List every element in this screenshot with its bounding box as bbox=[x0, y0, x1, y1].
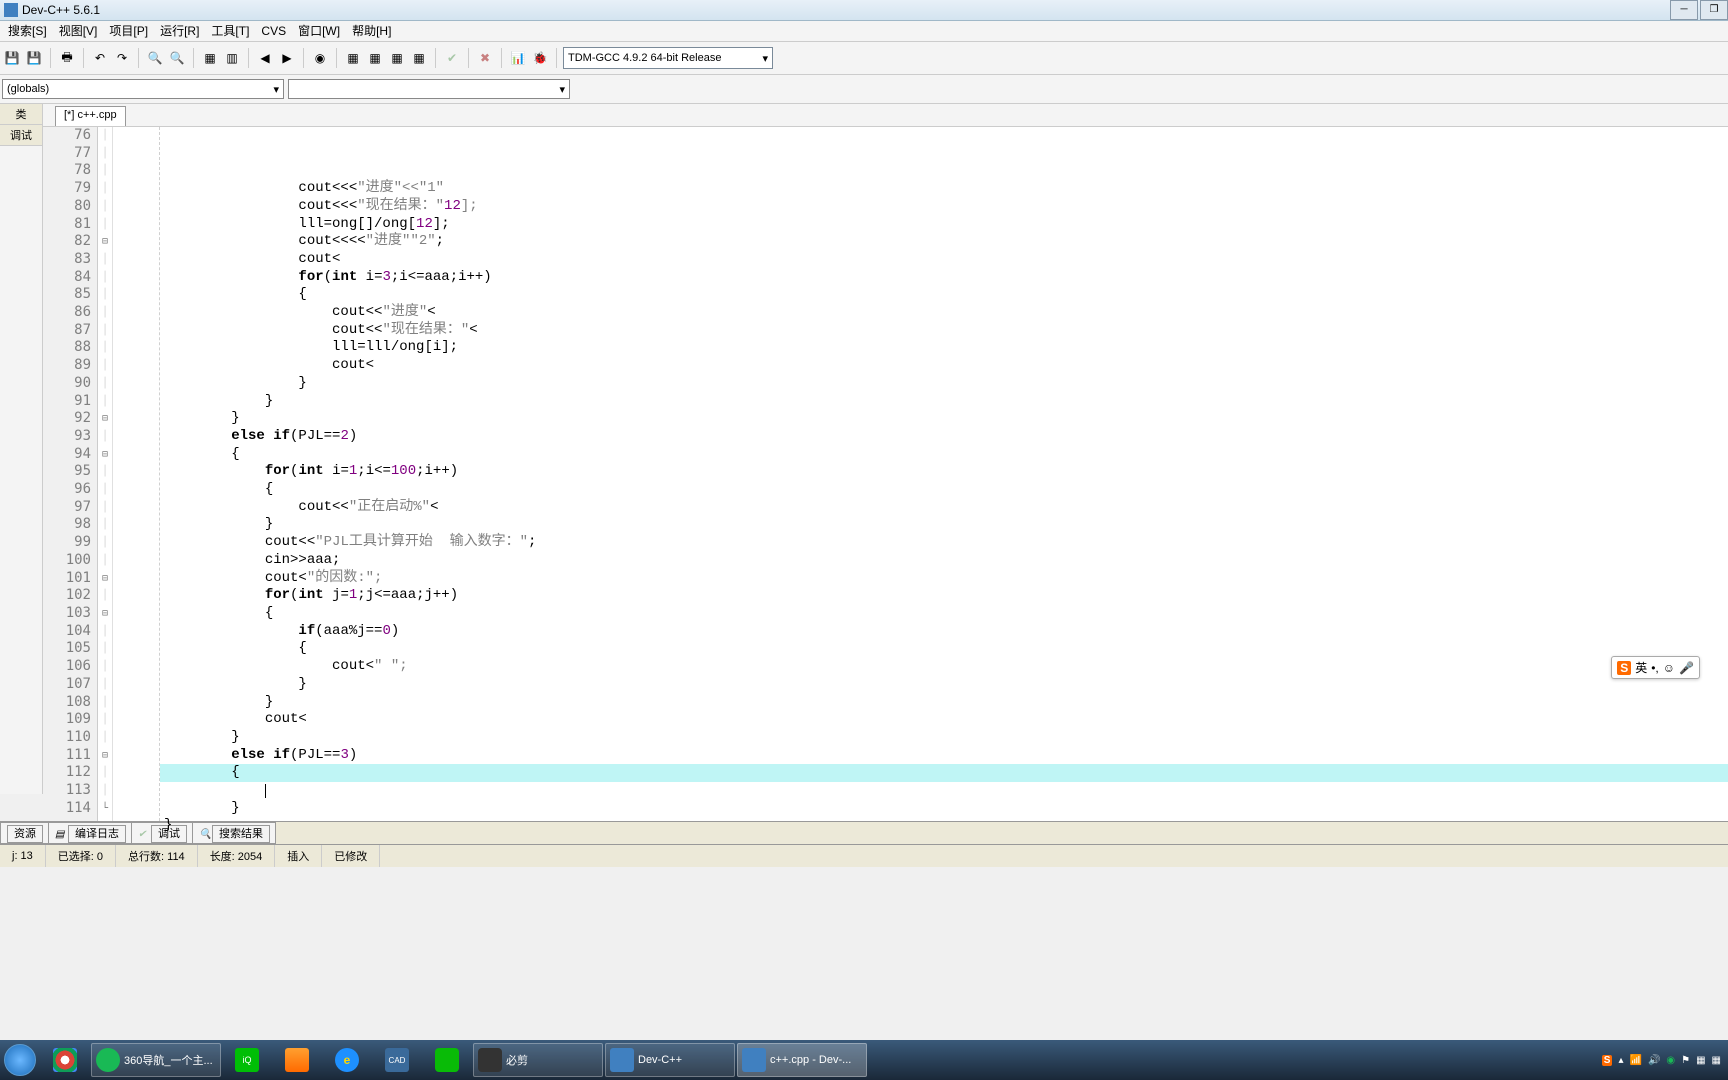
bottom-tab-resources[interactable]: 资源 bbox=[0, 822, 49, 844]
tray-net-icon[interactable]: 📶 bbox=[1629, 1055, 1641, 1066]
scope-select[interactable]: (globals) ▾ bbox=[2, 79, 284, 99]
chevron-down-icon: ▾ bbox=[762, 52, 768, 65]
app-title: Dev-C++ 5.6.1 bbox=[22, 0, 100, 20]
tray-sogou-icon[interactable]: S bbox=[1602, 1055, 1613, 1066]
member-select[interactable]: ▾ bbox=[288, 79, 570, 99]
compiler-select-value: TDM-GCC 4.9.2 64-bit Release bbox=[568, 52, 721, 64]
system-tray[interactable]: S ▴ 📶 🔊 ◉ ⚑ ▦ ▦ bbox=[1595, 1055, 1728, 1066]
title-bar: Dev-C++ 5.6.1 ─ ❐ bbox=[0, 0, 1728, 21]
save-button[interactable]: 💾 bbox=[2, 48, 22, 68]
tb-btn-2[interactable]: ▥ bbox=[222, 48, 242, 68]
app-icon bbox=[285, 1048, 309, 1072]
code-area[interactable]: cout<<<"进度"<<"1" cout<<<"现在结果："12]; lll=… bbox=[160, 127, 1728, 821]
menu-window[interactable]: 窗口[W] bbox=[292, 21, 346, 41]
iqiyi-icon: iQ bbox=[235, 1048, 259, 1072]
tray-app2-icon[interactable]: ▦ bbox=[1712, 1055, 1721, 1066]
minimize-button[interactable]: ─ bbox=[1670, 0, 1698, 20]
app-icon bbox=[4, 3, 18, 17]
chevron-down-icon: ▾ bbox=[273, 83, 279, 96]
devcpp-icon bbox=[610, 1048, 634, 1072]
run-button[interactable]: ▦ bbox=[365, 48, 385, 68]
maximize-button[interactable]: ❐ bbox=[1700, 0, 1728, 20]
taskbar-pinned-app[interactable] bbox=[273, 1044, 321, 1076]
find-button[interactable]: 🔍 bbox=[145, 48, 165, 68]
debug-x-icon[interactable]: ✖ bbox=[475, 48, 495, 68]
menu-project[interactable]: 项目[P] bbox=[103, 21, 154, 41]
status-modified: 已修改 bbox=[322, 845, 380, 867]
tray-up-icon[interactable]: ▴ bbox=[1618, 1055, 1623, 1066]
compile-button[interactable]: ▦ bbox=[343, 48, 363, 68]
document-tab[interactable]: [*] c++.cpp bbox=[55, 106, 126, 126]
taskbar-pinned-iqiyi[interactable]: iQ bbox=[223, 1044, 271, 1076]
menu-view[interactable]: 视图[V] bbox=[53, 21, 104, 41]
status-mode: 插入 bbox=[275, 845, 322, 867]
tray-flag-icon[interactable]: ⚑ bbox=[1681, 1055, 1690, 1066]
taskbar-pinned-wechat[interactable] bbox=[423, 1044, 471, 1076]
wechat-icon bbox=[435, 1048, 459, 1072]
chrome-icon bbox=[53, 1048, 77, 1072]
devcpp-icon bbox=[742, 1048, 766, 1072]
cad-icon: CAD bbox=[385, 1048, 409, 1072]
status-total-lines: 总行数: 114 bbox=[116, 845, 198, 867]
taskbar-pinned-cad[interactable]: CAD bbox=[373, 1044, 421, 1076]
tb-btn-1[interactable]: ▦ bbox=[200, 48, 220, 68]
taskbar-item-360[interactable]: 360导航_一个主... bbox=[91, 1043, 221, 1077]
tb-back[interactable]: ◀ bbox=[255, 48, 275, 68]
left-panel: 类 调试 bbox=[0, 104, 43, 794]
360-icon bbox=[96, 1048, 120, 1072]
status-length: 长度: 2054 bbox=[198, 845, 276, 867]
ie-icon: e bbox=[335, 1048, 359, 1072]
fold-column[interactable]: ││││││⊟│││││││││⊟│⊟││││││⊟│⊟│││││││⊟││└ bbox=[98, 127, 113, 821]
bottom-tab-compilelog[interactable]: ▤编译日志 bbox=[48, 822, 132, 844]
tb-fwd[interactable]: ▶ bbox=[277, 48, 297, 68]
line-gutter: 7677787980818283848586878889909192939495… bbox=[43, 127, 98, 821]
compile-run-button[interactable]: ▦ bbox=[387, 48, 407, 68]
windows-orb-icon bbox=[4, 1044, 36, 1076]
undo-button[interactable]: ↶ bbox=[90, 48, 110, 68]
saveall-button[interactable]: 💾 bbox=[24, 48, 44, 68]
taskbar: 360导航_一个主... iQ e CAD 必剪 Dev-C++ c++.cpp… bbox=[0, 1040, 1728, 1080]
tray-shield-icon[interactable]: ◉ bbox=[1666, 1055, 1675, 1066]
chevron-down-icon: ▾ bbox=[559, 83, 565, 96]
menu-search[interactable]: 搜索[S] bbox=[2, 21, 53, 41]
left-tab-class[interactable]: 类 bbox=[0, 104, 42, 125]
redo-button[interactable]: ↷ bbox=[112, 48, 132, 68]
tray-app-icon[interactable]: ▦ bbox=[1696, 1055, 1705, 1066]
code-editor[interactable]: 7677787980818283848586878889909192939495… bbox=[43, 127, 1728, 821]
class-browser-bar: (globals) ▾ ▾ bbox=[0, 75, 1728, 104]
debug-button[interactable]: 🐞 bbox=[530, 48, 550, 68]
status-selected: 已选择: 0 bbox=[46, 845, 116, 867]
menu-bar: 搜索[S] 视图[V] 项目[P] 运行[R] 工具[T] CVS 窗口[W] … bbox=[0, 21, 1728, 42]
scope-select-value: (globals) bbox=[7, 83, 49, 95]
menu-help[interactable]: 帮助[H] bbox=[346, 21, 397, 41]
document-tab-bar: [*] c++.cpp bbox=[43, 104, 1728, 127]
taskbar-pinned-chrome[interactable] bbox=[41, 1044, 89, 1076]
tb-bookmark[interactable]: ◉ bbox=[310, 48, 330, 68]
margin-column bbox=[113, 127, 160, 821]
taskbar-item-bijian[interactable]: 必剪 bbox=[473, 1043, 603, 1077]
replace-button[interactable]: 🔍 bbox=[167, 48, 187, 68]
status-bar: j: 13 已选择: 0 总行数: 114 长度: 2054 插入 已修改 bbox=[0, 844, 1728, 867]
taskbar-item-devcpp[interactable]: Dev-C++ bbox=[605, 1043, 735, 1077]
menu-tools[interactable]: 工具[T] bbox=[205, 21, 255, 41]
taskbar-pinned-ie[interactable]: e bbox=[323, 1044, 371, 1076]
debug-ok-icon[interactable]: ✔ bbox=[442, 48, 462, 68]
bijian-icon bbox=[478, 1048, 502, 1072]
status-col: j: 13 bbox=[0, 845, 46, 867]
start-button[interactable] bbox=[0, 1040, 40, 1080]
left-tab-debug[interactable]: 调试 bbox=[0, 125, 42, 146]
tray-speaker-icon[interactable]: 🔊 bbox=[1648, 1055, 1660, 1066]
menu-cvs[interactable]: CVS bbox=[255, 21, 292, 41]
compiler-select[interactable]: TDM-GCC 4.9.2 64-bit Release ▾ bbox=[563, 47, 773, 69]
print-button[interactable]: 🖶 bbox=[57, 48, 77, 68]
rebuild-button[interactable]: ▦ bbox=[409, 48, 429, 68]
menu-run[interactable]: 运行[R] bbox=[154, 21, 205, 41]
profile-button[interactable]: 📊 bbox=[508, 48, 528, 68]
taskbar-item-devcpp-active[interactable]: c++.cpp - Dev-... bbox=[737, 1043, 867, 1077]
main-toolbar: 💾 💾 🖶 ↶ ↷ 🔍 🔍 ▦ ▥ ◀ ▶ ◉ ▦ ▦ ▦ ▦ ✔ ✖ 📊 🐞 … bbox=[0, 42, 1728, 75]
